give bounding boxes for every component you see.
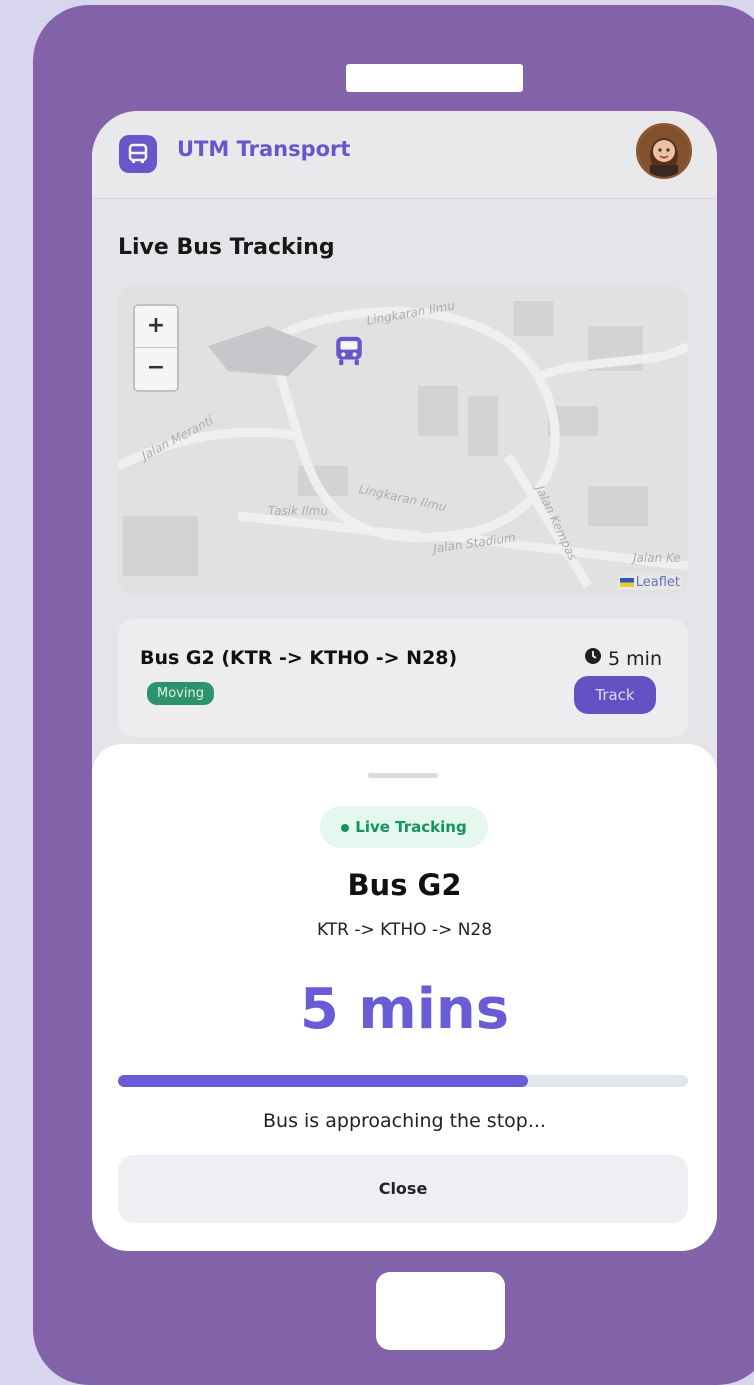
sheet-route: KTR -> KTHO -> N28 (316, 920, 493, 940)
sheet-status-text: Bus is approaching the stop... (263, 1110, 546, 1132)
live-dot-icon (341, 823, 350, 832)
sheet-eta: 5 mins (299, 977, 510, 1042)
arrival-progress-fill (118, 1075, 529, 1087)
app-screen: UTM Transport Live Bus Tracking Lingkara… (92, 111, 717, 1251)
live-tracking-badge: Live Tracking (320, 806, 488, 848)
arrival-progress-bar (118, 1075, 688, 1087)
phone-speaker (346, 64, 523, 92)
tracking-bottom-sheet: Live Tracking Bus G2 KTR -> KTHO -> N28 … (92, 744, 717, 1251)
phone-home-button[interactable] (376, 1272, 505, 1350)
sheet-drag-handle[interactable] (368, 773, 438, 778)
sheet-bus-name: Bus G2 (347, 868, 462, 902)
close-button[interactable]: Close (118, 1155, 688, 1223)
